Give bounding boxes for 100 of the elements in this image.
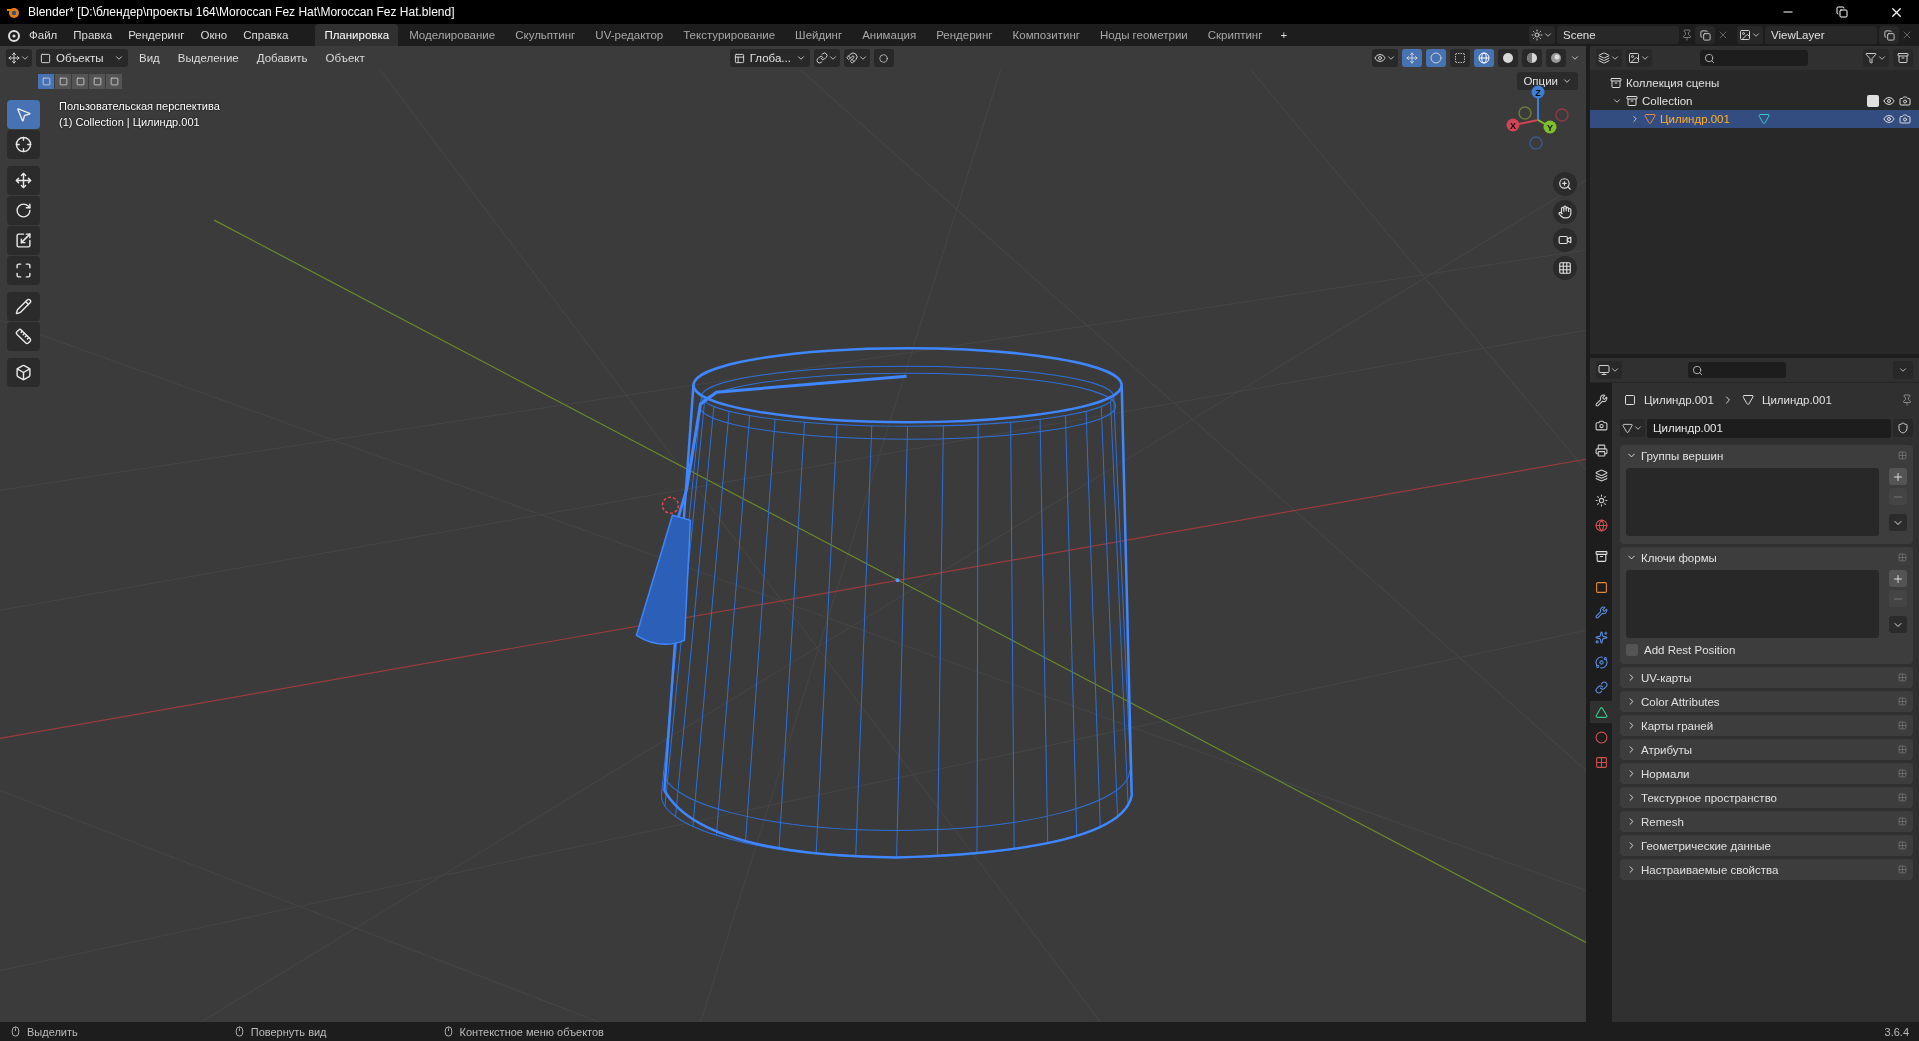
add-button[interactable] — [1889, 468, 1907, 485]
grid-view-button[interactable] — [1553, 256, 1577, 280]
app-logo-icon[interactable] — [6, 28, 20, 42]
data-browse-button[interactable] — [1620, 419, 1645, 437]
axis-handle[interactable]: Z — [1531, 85, 1545, 99]
pivot-button[interactable] — [813, 49, 840, 67]
workspace-tab[interactable]: UV-редактор — [586, 24, 673, 46]
workspace-tab[interactable]: Моделирование — [400, 24, 505, 46]
exclude-checkbox[interactable] — [1867, 95, 1879, 107]
expand-caret-icon[interactable] — [1612, 96, 1622, 106]
menu-item[interactable]: Вид — [132, 50, 167, 66]
menu-item[interactable]: Файл — [22, 27, 65, 43]
menu-item[interactable]: Добавить — [249, 50, 315, 66]
workspace-tab[interactable]: Шейдинг — [786, 24, 852, 46]
shading-button[interactable] — [1498, 49, 1518, 67]
workspace-tab[interactable]: Скульптинг — [506, 24, 585, 46]
editor-type-button[interactable] — [1596, 361, 1622, 379]
scene-field[interactable]: Scene — [1557, 26, 1679, 44]
new-scene-button[interactable] — [1695, 26, 1715, 44]
menu-item[interactable]: Рендеринг — [121, 27, 192, 43]
expand-caret-icon[interactable] — [1630, 114, 1640, 124]
close-icon[interactable] — [1717, 29, 1729, 41]
tool-button[interactable] — [7, 166, 40, 195]
tool-button[interactable] — [7, 226, 40, 255]
panel-header[interactable]: Нормали — [1620, 763, 1913, 784]
outliner-row[interactable]: Collection — [1590, 92, 1919, 110]
panel-header[interactable]: Color Attributes — [1620, 691, 1913, 712]
scene-selector-button[interactable] — [1529, 26, 1555, 44]
pin-icon[interactable] — [1681, 29, 1693, 41]
filter-mode-button[interactable] — [1626, 49, 1652, 67]
camera-icon[interactable] — [1899, 95, 1911, 107]
menu-item[interactable]: Объект — [318, 50, 372, 66]
panel-header[interactable]: UV-карты — [1620, 667, 1913, 688]
xray-button[interactable] — [1450, 49, 1470, 67]
editor-type-button[interactable] — [6, 49, 32, 67]
select-mode-button[interactable] — [106, 74, 122, 89]
close-icon[interactable] — [1901, 29, 1913, 41]
visibility-button[interactable] — [1372, 49, 1398, 67]
shading-button[interactable] — [1546, 49, 1566, 67]
select-mode-button[interactable] — [72, 74, 88, 89]
filter-button[interactable] — [1863, 49, 1889, 67]
overlay-button[interactable] — [1426, 49, 1446, 67]
snap-button[interactable] — [843, 49, 870, 67]
search-field[interactable] — [1688, 362, 1786, 378]
panel-header[interactable]: Геометрические данные — [1620, 835, 1913, 856]
camera-view-button[interactable] — [1553, 228, 1577, 252]
panel-header[interactable]: Текстурное пространство — [1620, 787, 1913, 808]
search-field[interactable] — [1700, 50, 1808, 66]
pin-icon[interactable] — [1901, 394, 1913, 406]
add-workspace-button[interactable]: + — [1273, 27, 1295, 43]
add-button[interactable] — [1889, 570, 1907, 587]
menu-item[interactable]: Окно — [193, 27, 235, 43]
outliner-row[interactable]: Цилиндр.001 — [1590, 110, 1919, 128]
axis-handle[interactable] — [1518, 106, 1532, 120]
axis-handle[interactable]: Y — [1543, 120, 1557, 134]
eye-icon[interactable] — [1883, 95, 1895, 107]
properties-tab[interactable] — [1590, 701, 1612, 723]
new-collection-button[interactable] — [1893, 49, 1913, 67]
tool-button[interactable] — [7, 130, 40, 159]
caret-icon[interactable] — [1570, 53, 1580, 63]
workspace-tab[interactable]: Композитинг — [1003, 24, 1089, 46]
workspace-tab[interactable]: Анимация — [853, 24, 926, 46]
zoom-button[interactable] — [1553, 172, 1577, 196]
view-layer-selector-button[interactable] — [1737, 26, 1763, 44]
workspace-tab[interactable]: Планировка — [315, 24, 399, 46]
shading-button[interactable] — [1522, 49, 1542, 67]
new-view-layer-button[interactable] — [1879, 26, 1899, 44]
axis-handle[interactable] — [1555, 108, 1569, 122]
menu-item[interactable]: Правка — [66, 27, 120, 43]
rest-position-checkbox[interactable]: Add Rest Position — [1626, 644, 1907, 656]
mode-dropdown[interactable]: Объекты — [36, 49, 128, 67]
view-layer-field[interactable]: ViewLayer — [1765, 26, 1877, 44]
tool-button[interactable] — [7, 256, 40, 285]
tool-button[interactable] — [7, 196, 40, 225]
proportional-edit-button[interactable] — [873, 49, 894, 67]
panel-header[interactable]: Ключи формы — [1620, 547, 1913, 568]
outliner-row[interactable]: Коллекция сцены — [1590, 74, 1919, 92]
display-mode-button[interactable] — [1596, 49, 1622, 67]
specials-button[interactable] — [1889, 616, 1907, 633]
fake-user-button[interactable] — [1893, 419, 1913, 437]
options-dropdown[interactable]: Опции — [1517, 72, 1578, 90]
axis-handle[interactable] — [1529, 136, 1543, 150]
pan-button[interactable] — [1553, 200, 1577, 224]
panel-header[interactable]: Настраиваемые свойства — [1620, 859, 1913, 880]
workspace-tab[interactable]: Рендеринг — [927, 24, 1002, 46]
panel-header[interactable]: Карты граней — [1620, 715, 1913, 736]
workspace-tab[interactable]: Скриптинг — [1198, 24, 1272, 46]
data-name-field[interactable]: Цилиндр.001 — [1647, 418, 1891, 438]
tool-button[interactable] — [7, 358, 40, 387]
select-mode-button[interactable] — [89, 74, 105, 89]
select-mode-button[interactable] — [55, 74, 71, 89]
axis-handle[interactable]: X — [1506, 118, 1520, 132]
camera-icon[interactable] — [1899, 113, 1911, 125]
eye-icon[interactable] — [1883, 113, 1895, 125]
panel-header[interactable]: Remesh — [1620, 811, 1913, 832]
panel-header[interactable]: Группы вершин — [1620, 445, 1913, 466]
workspace-tab[interactable]: Ноды геометрии — [1091, 24, 1197, 46]
menu-item[interactable]: Выделение — [170, 50, 246, 66]
workspace-tab[interactable]: Текстурирование — [674, 24, 785, 46]
specials-button[interactable] — [1889, 514, 1907, 531]
